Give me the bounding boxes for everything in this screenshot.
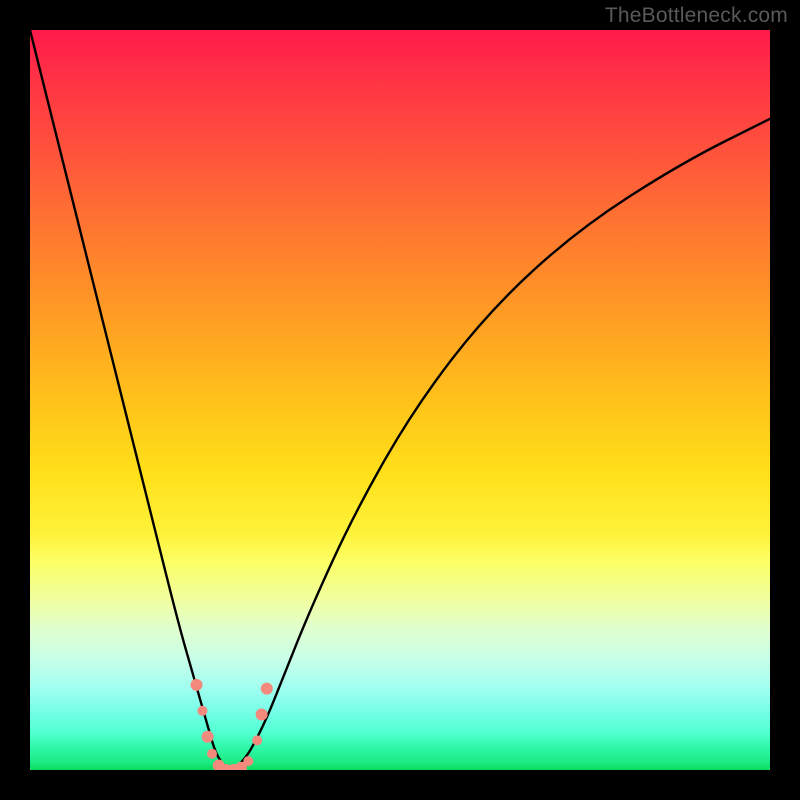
marker-dot [207, 749, 217, 759]
plot-area [30, 30, 770, 770]
marker-dot [197, 706, 207, 716]
chart-frame: TheBottleneck.com [0, 0, 800, 800]
marker-layer [191, 679, 273, 770]
marker-dot [252, 735, 262, 745]
marker-dot [202, 731, 214, 743]
marker-dot [191, 679, 203, 691]
curve-layer [30, 30, 770, 769]
marker-dot [243, 756, 253, 766]
chart-svg [30, 30, 770, 770]
marker-dot [261, 683, 273, 695]
marker-dot [256, 709, 268, 721]
watermark-text: TheBottleneck.com [605, 4, 788, 28]
bottleneck-curve [30, 30, 770, 769]
